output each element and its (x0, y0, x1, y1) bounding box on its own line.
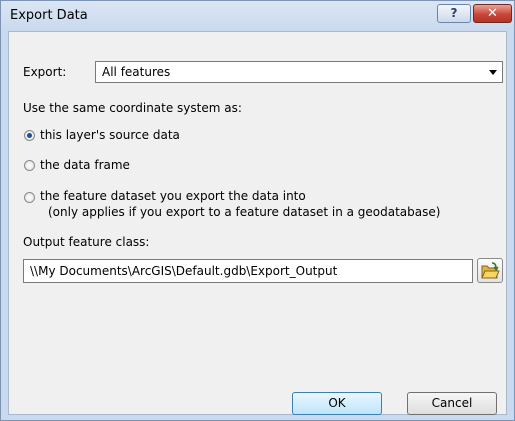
help-button[interactable]: ? (437, 4, 471, 23)
export-selected-value: All features (102, 65, 171, 79)
folder-open-icon (481, 262, 500, 279)
coordinate-system-label: Use the same coordinate system as: (23, 101, 242, 115)
close-icon: ✕ (487, 6, 498, 21)
ok-button[interactable]: OK (292, 392, 382, 415)
help-icon: ? (450, 6, 458, 20)
output-feature-class-label: Output feature class: (23, 235, 150, 249)
radio-feature-dataset-label[interactable]: the feature dataset you export the data … (40, 189, 306, 203)
radio-source-data-label[interactable]: this layer's source data (40, 128, 180, 142)
dialog-body: Export: All features Use the same coordi… (8, 31, 507, 415)
radio-feature-dataset[interactable] (24, 192, 35, 203)
cancel-button[interactable]: Cancel (407, 392, 497, 415)
chevron-down-icon (489, 70, 497, 75)
browse-button[interactable] (477, 258, 503, 283)
export-dropdown[interactable]: All features (95, 61, 503, 83)
radio-feature-dataset-note: (only applies if you export to a feature… (48, 205, 441, 219)
export-label: Export: (23, 65, 67, 79)
export-data-dialog: Export Data ? ✕ Export: All features Use… (0, 0, 515, 421)
radio-data-frame-label[interactable]: the data frame (40, 158, 130, 172)
title-bar: Export Data ? ✕ (1, 1, 514, 31)
radio-source-data[interactable] (24, 130, 35, 141)
close-button[interactable]: ✕ (473, 4, 512, 23)
radio-data-frame[interactable] (24, 160, 35, 171)
window-title: Export Data (10, 8, 88, 23)
output-path-field[interactable]: \\My Documents\ArcGIS\Default.gdb\Export… (23, 259, 473, 283)
